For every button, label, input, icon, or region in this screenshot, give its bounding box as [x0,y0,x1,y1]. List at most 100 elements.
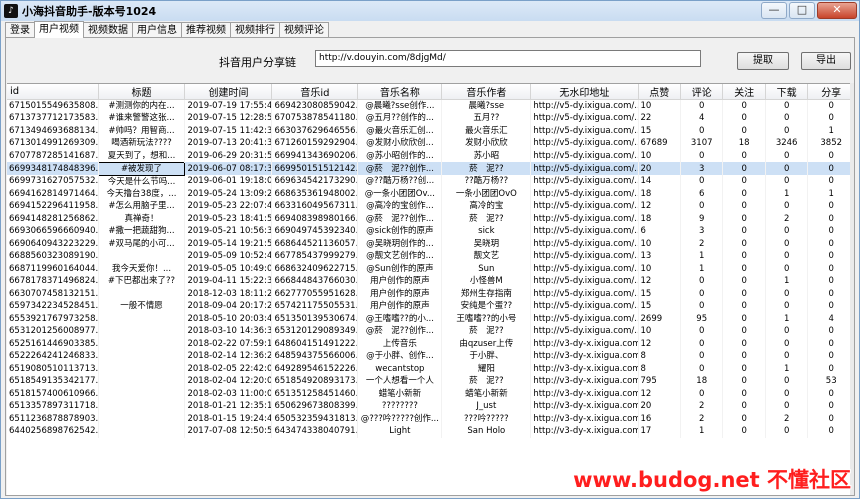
table-cell[interactable]: 6694152296411958... [7,200,99,213]
table-cell[interactable]: 0 [807,400,854,413]
table-cell[interactable]: 郑州生存指南 [441,287,532,300]
table-cell[interactable]: 12 [638,387,681,400]
table-cell[interactable]: 0 [722,350,766,363]
table-row[interactable]: 6519080510113713... 2018-02-05 22:42:00 64… [7,362,854,375]
tab-1[interactable]: 用户视频 [34,21,84,38]
table-cell[interactable]: 6713014991269309... [7,137,99,150]
column-header[interactable]: 关注 [722,84,766,100]
table-cell[interactable]: 643474338040791... [271,425,359,438]
table-cell[interactable] [98,425,186,438]
table-cell[interactable]: 657421175505531... [271,300,359,313]
table-cell[interactable]: 6630707458132151... [7,287,99,300]
table-cell[interactable]: 6522264241246833... [7,350,99,363]
table-cell[interactable]: 2019-06-01 19:18:00 [184,175,273,188]
table-cell[interactable]: #撒一把蔬甜狗... [98,225,186,238]
table-cell[interactable]: 2019-05-05 10:49:06 [184,262,273,275]
table-cell[interactable]: 晨曦?sse [441,99,532,112]
table-cell[interactable]: 651351258451460... [271,387,359,400]
table-cell[interactable]: 671260159292904... [271,137,359,150]
table-cell[interactable]: 6518549135342177... [7,375,99,388]
table-cell[interactable]: 3 [680,162,724,175]
table-cell[interactable]: 10 [638,237,681,250]
table-cell[interactable]: 669423080859042... [271,99,359,112]
table-cell[interactable]: 1 [807,187,854,200]
table-cell[interactable]: 2019-05-14 19:21:59 [184,237,273,250]
table-cell[interactable]: 菸 泥?? [441,375,532,388]
vertical-scrollbar[interactable] [850,83,854,495]
table-row[interactable]: 6531201256008977... 2018-03-10 14:36:39 65… [7,325,854,338]
extract-button[interactable]: 提取 [737,52,789,70]
table-cell[interactable]: 666844843766030... [271,275,359,288]
table-cell[interactable]: 18 [638,212,681,225]
table-cell[interactable]: 669634542173290... [271,175,359,188]
table-cell[interactable]: 发财小欣欣 [441,137,532,150]
table-cell[interactable]: 0 [765,237,809,250]
table-cell[interactable]: 1 [680,425,724,438]
table-cell[interactable]: @最火音乐汇创... [357,124,443,137]
table-cell[interactable]: 2018-03-10 14:36:39 [184,325,273,338]
table-cell[interactable]: 2018-01-15 19:24:45 [184,412,273,425]
table-cell[interactable]: 2017-07-08 12:50:55 [184,425,273,438]
table-cell[interactable]: 18 [638,187,681,200]
table-cell[interactable]: http://v3-dy-x.ixigua.com/... [530,425,639,438]
table-row[interactable]: 6699731627057532... 今天是什么节吗... 2019-06-01 … [7,175,854,188]
table-cell[interactable]: 6713494693688134... [7,124,99,137]
table-cell[interactable]: @菸 泥??创作... [357,162,443,175]
table-cell[interactable]: 6 [638,225,681,238]
table-cell[interactable]: http://v5-dy.ixigua.com/... [530,99,639,112]
table-cell[interactable]: 0 [807,237,854,250]
table-row[interactable]: 6678178371496824... #下巴都出来了?? 2019-04-11 1… [7,275,854,288]
table-cell[interactable] [98,400,186,413]
table-cell[interactable]: 2019-04-11 15:22:39 [184,275,273,288]
table-row[interactable]: 6518549135342177... 2018-02-04 12:20:07 65… [7,375,854,388]
table-cell[interactable]: 1 [765,362,809,375]
table-cell[interactable]: 0 [807,337,854,350]
table-cell[interactable]: 6688560323089190... [7,250,99,263]
table-cell[interactable]: http://v5-dy.ixigua.com/... [530,250,639,263]
table-cell[interactable]: 2018-12-03 18:11:26 [184,287,273,300]
column-header[interactable]: 音乐作者 [441,84,532,100]
table-cell[interactable]: 6690640943223229... [7,237,99,250]
table-cell[interactable]: 0 [765,425,809,438]
table-cell[interactable]: 2018-09-04 20:17:26 [184,300,273,313]
table-cell[interactable]: 12 [638,200,681,213]
table-cell[interactable]: 2019-07-13 20:41:34 [184,137,273,150]
table-cell[interactable]: 0 [722,362,766,375]
table-cell[interactable]: 0 [765,262,809,275]
table-cell[interactable]: 795 [638,375,681,388]
table-cell[interactable]: 0 [722,225,766,238]
table-cell[interactable]: http://v3-dy-x.ixigua.com/... [530,337,639,350]
table-cell[interactable]: 10 [638,325,681,338]
table-cell[interactable]: 最火音乐汇 [441,124,532,137]
table-cell[interactable]: 0 [765,149,809,162]
table-cell[interactable]: 0 [765,162,809,175]
table-cell[interactable]: 663316049567311... [271,200,359,213]
table-cell[interactable] [98,325,186,338]
table-cell[interactable]: sick [441,225,532,238]
table-cell[interactable]: 0 [807,149,854,162]
table-cell[interactable]: http://v5-dy.ixigua.com/... [530,237,639,250]
table-cell[interactable]: 67689 [638,137,681,150]
table-cell[interactable]: 0 [807,175,854,188]
table-cell[interactable]: 0 [722,250,766,263]
table-cell[interactable]: 2 [680,400,724,413]
table-cell[interactable]: 2019-07-19 17:55:48 [184,99,273,112]
table-cell[interactable]: #谁来警警这张... [98,112,186,125]
table-cell[interactable]: 上传音乐 [357,337,443,350]
table-cell[interactable]: 0 [722,187,766,200]
table-cell[interactable]: 2019-06-29 20:31:55 [184,149,273,162]
table-cell[interactable]: 6513357897311718... [7,400,99,413]
column-header[interactable]: 音乐id [271,84,359,100]
table-cell[interactable]: 苏小昭 [441,149,532,162]
table-cell[interactable]: 6511236878878903... [7,412,99,425]
table-cell[interactable]: 0 [680,337,724,350]
table-cell[interactable]: 0 [765,225,809,238]
table-row[interactable]: 6715015549635808... #测测你的内在... 2019-07-19 … [7,99,854,112]
table-cell[interactable]: 0 [807,300,854,313]
table-cell[interactable]: 3852 [807,137,854,150]
table-cell[interactable]: 喝酒新玩法???? [98,137,186,150]
table-cell[interactable]: 0 [680,124,724,137]
table-cell[interactable]: 6699348174848396... [7,162,99,175]
table-cell[interactable]: 53 [807,375,854,388]
table-cell[interactable]: 菸 泥?? [441,325,532,338]
